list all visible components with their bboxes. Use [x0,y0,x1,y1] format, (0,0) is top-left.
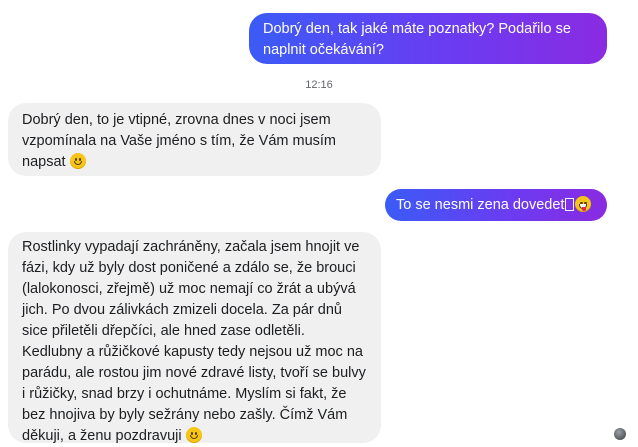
message-text: To se nesmi zena dovedet [396,197,565,213]
message-timestamp: 12:16 [305,79,333,91]
seen-avatar [614,428,626,440]
missing-glyph-icon [565,198,575,211]
squinting-face-with-tongue-icon [575,196,592,212]
slightly-smiling-face-icon [69,153,86,169]
outgoing-message[interactable]: To se nesmi zena dovedet [385,189,607,221]
incoming-message[interactable]: Dobrý den, to je vtipné, zrovna dnes v n… [8,103,381,176]
message-text: Rostlinky vypadají zachráněny, začala js… [22,239,366,444]
message-text: Dobrý den, tak jaké máte poznatky? Podař… [263,21,571,58]
outgoing-message[interactable]: Dobrý den, tak jaké máte poznatky? Podař… [249,13,607,64]
slightly-smiling-face-icon [185,427,202,443]
incoming-message[interactable]: Rostlinky vypadají zachráněny, začala js… [8,232,381,444]
